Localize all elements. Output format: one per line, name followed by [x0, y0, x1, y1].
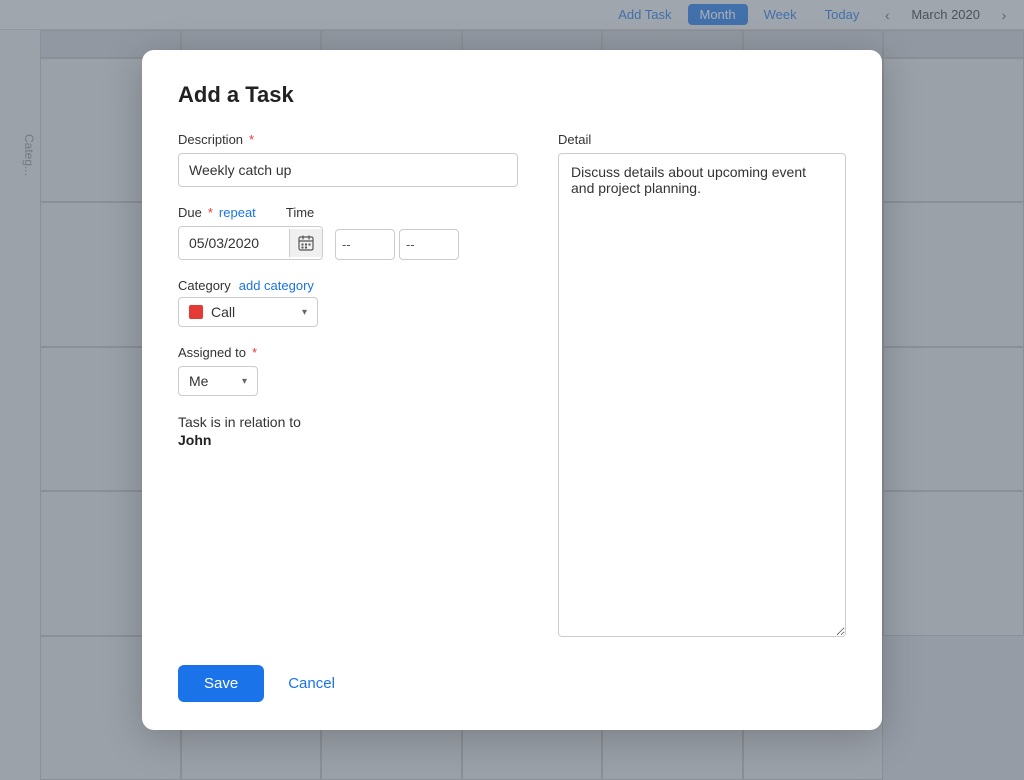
description-field-group: Description * [178, 132, 518, 187]
due-date-wrapper [178, 226, 323, 260]
relation-label-text: Task is in relation to [178, 414, 518, 430]
time-hour-select[interactable]: -- [335, 229, 395, 260]
modal-body: Description * Due * repeat Time [178, 132, 846, 637]
calendar-icon [298, 235, 314, 251]
description-label-text: Description [178, 132, 243, 147]
category-color-dot [189, 305, 203, 319]
modal-right-column: Detail [558, 132, 846, 637]
time-minute-select[interactable]: -- [399, 229, 459, 260]
assigned-required-indicator: * [252, 345, 257, 360]
assigned-value-text: Me [189, 373, 236, 389]
detail-label: Detail [558, 132, 846, 147]
category-field-group: Category add category Call ▾ [178, 278, 518, 327]
assigned-to-field-group: Assigned to * Me ▾ [178, 345, 518, 396]
category-chevron-icon: ▾ [302, 307, 307, 318]
description-label: Description * [178, 132, 518, 147]
required-indicator: * [249, 132, 254, 147]
save-button[interactable]: Save [178, 665, 264, 702]
category-value-text: Call [211, 304, 294, 320]
relation-field-group: Task is in relation to John [178, 414, 518, 448]
modal-title: Add a Task [178, 82, 846, 108]
relation-value-text: John [178, 432, 518, 448]
modal-left-column: Description * Due * repeat Time [178, 132, 518, 637]
assigned-select[interactable]: Me ▾ [178, 366, 258, 396]
description-input[interactable] [178, 153, 518, 187]
add-task-modal: Add a Task Description * Due * repeat [142, 50, 882, 730]
due-time-row: -- -- [178, 226, 518, 260]
assigned-label-text: Assigned to [178, 345, 246, 360]
assigned-chevron-icon: ▾ [242, 376, 247, 387]
time-row: -- -- [335, 229, 459, 260]
due-required-indicator: * [208, 205, 213, 220]
assigned-label-row: Assigned to * [178, 345, 518, 360]
category-label-row: Category add category [178, 278, 518, 293]
time-label-text: Time [286, 205, 314, 220]
modal-footer: Save Cancel [178, 665, 846, 702]
repeat-link[interactable]: repeat [219, 205, 256, 220]
calendar-icon-button[interactable] [289, 229, 322, 257]
cancel-button[interactable]: Cancel [280, 665, 343, 702]
due-date-input[interactable] [179, 227, 289, 259]
due-label-text: Due [178, 205, 202, 220]
add-category-link[interactable]: add category [239, 278, 314, 293]
category-select[interactable]: Call ▾ [178, 297, 318, 327]
modal-overlay: Add a Task Description * Due * repeat [0, 0, 1024, 780]
detail-textarea[interactable] [558, 153, 846, 637]
category-label-text: Category [178, 278, 231, 293]
due-field-group: Due * repeat Time [178, 205, 518, 260]
due-label-row: Due * repeat Time [178, 205, 518, 220]
